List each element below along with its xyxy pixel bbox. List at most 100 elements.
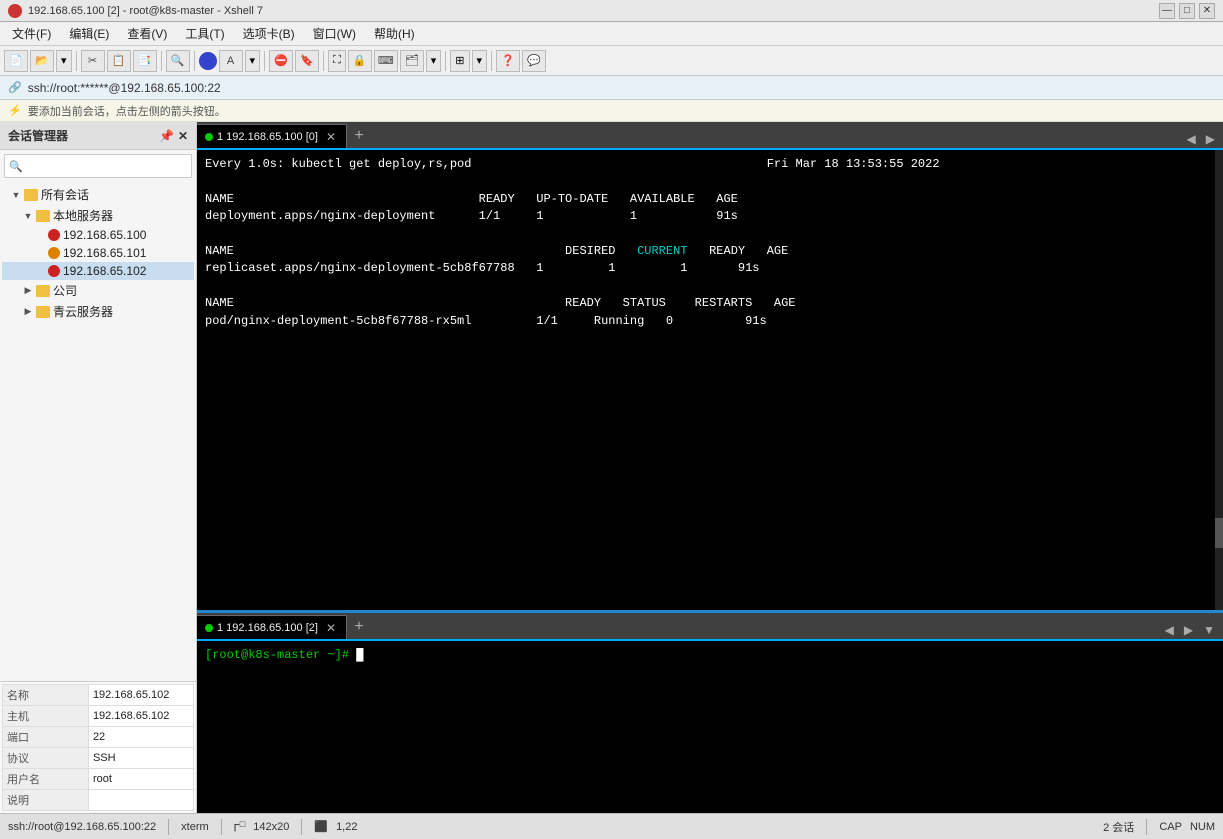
cmd-line-table3-header: NAME READY STATUS RESTARTS AGE [205, 296, 796, 310]
terminal-panel-top: 1 192.168.65.100 [0] ✕ + ◀ ▶ Every 1.0s:… [197, 122, 1223, 613]
session-info-value-desc [88, 790, 193, 811]
search-input[interactable] [23, 160, 187, 172]
tree-item-company[interactable]: ▶ 公司 [2, 280, 194, 301]
menu-view[interactable]: 查看(V) [119, 23, 175, 44]
tab-nav-right-bottom[interactable]: ▶ [1180, 621, 1197, 639]
cmd-line-table3-row1: pod/nginx-deployment-5cb8f67788-rx5ml 1/… [205, 314, 767, 328]
hint-icon: ⚡ [8, 104, 22, 117]
terminal-content-bottom[interactable]: [root@k8s-master ~]# █ [197, 641, 1223, 813]
sidebar-close-icon[interactable]: ✕ [178, 129, 188, 143]
session-info-row-name: 名称 192.168.65.102 [3, 685, 194, 706]
tree-arrow-all: ▼ [10, 189, 22, 201]
terminal-text-top: Every 1.0s: kubectl get deploy,rs,pod Fr… [205, 156, 1215, 330]
cmd-line-table2-header: NAME DESIRED CURRENT READY AGE [205, 244, 788, 258]
toolbar-btn-10[interactable]: 🗂 [400, 50, 424, 72]
status-sep-1 [168, 819, 169, 835]
session-info-row-username: 用户名 root [3, 769, 194, 790]
terminal-text-bottom: [root@k8s-master ~]# █ [205, 647, 1215, 664]
sidebar-pin-icon[interactable]: 📌 [159, 129, 174, 143]
tab-nav-down-bottom[interactable]: ▼ [1199, 621, 1219, 639]
toolbar-expand-btn[interactable]: ⛶ [328, 50, 346, 72]
toolbar-btn-5[interactable]: A [219, 50, 243, 72]
terminal-content-top[interactable]: Every 1.0s: kubectl get deploy,rs,pod Fr… [197, 150, 1223, 610]
toolbar-color-btn[interactable] [199, 52, 217, 70]
toolbar-btn-7[interactable]: 🔖 [295, 50, 319, 72]
toolbar-dropdown-2[interactable]: ▾ [245, 50, 261, 72]
tree-item-101[interactable]: ▶ 192.168.65.101 [2, 244, 194, 262]
server-icon-101 [48, 247, 60, 259]
toolbar-new-btn[interactable]: 📄 [4, 50, 28, 72]
tree-arrow-local: ▼ [22, 210, 34, 222]
toolbar-btn-2[interactable]: ✂ [81, 50, 105, 72]
close-button[interactable]: ✕ [1199, 3, 1215, 19]
tab-nav-right[interactable]: ▶ [1202, 130, 1219, 148]
tab-add-top[interactable]: + [347, 124, 371, 148]
tree-item-100[interactable]: ▶ 192.168.65.100 [2, 226, 194, 244]
toolbar-open-btn[interactable]: 📂 [30, 50, 54, 72]
toolbar-btn-4[interactable]: 📑 [133, 50, 157, 72]
tree-label-qingyun: 青云服务器 [53, 303, 113, 320]
sidebar-header-icons: 📌 ✕ [159, 129, 188, 143]
status-cursor-label: ⬛ [314, 820, 328, 833]
toolbar-btn-6[interactable]: ⛔ [269, 50, 293, 72]
session-info-value-host: 192.168.65.102 [88, 706, 193, 727]
scroll-thumb-top [1215, 518, 1223, 548]
tab-close-bottom[interactable]: ✕ [326, 621, 336, 635]
tab-add-bottom[interactable]: + [347, 615, 371, 639]
tree-label-local-server: 本地服务器 [53, 207, 113, 224]
terminal-bottom-tab-bar: 1 192.168.65.100 [2] ✕ + ◀ ▶ ▼ [197, 613, 1223, 641]
session-info-label-protocol: 协议 [3, 748, 89, 769]
toolbar-search-btn[interactable]: 🔍 [166, 50, 190, 72]
tab-nav-left-bottom[interactable]: ◀ [1161, 621, 1178, 639]
tree-arrow-company: ▶ [22, 285, 34, 297]
terminal-panel-bottom: 1 192.168.65.100 [2] ✕ + ◀ ▶ ▼ [root@k8s… [197, 613, 1223, 813]
minimize-button[interactable]: — [1159, 3, 1175, 19]
search-icon: 🔍 [9, 160, 23, 173]
toolbar-split-btn[interactable]: ⊞ [450, 50, 469, 72]
tab-nav-left[interactable]: ◀ [1183, 130, 1200, 148]
cmd-line-table1-header: NAME READY UP-TO-DATE AVAILABLE AGE [205, 192, 738, 206]
menu-tabs[interactable]: 选项卡(B) [235, 23, 303, 44]
tree-label-100: 192.168.65.100 [63, 228, 146, 242]
tab-label-top: 1 192.168.65.100 [0] [217, 131, 318, 143]
tab-close-top[interactable]: ✕ [326, 130, 336, 144]
menu-file[interactable]: 文件(F) [4, 23, 59, 44]
tree-item-all-sessions[interactable]: ▼ 所有会话 [2, 184, 194, 205]
tab-nav-bottom: ◀ ▶ ▼ [1161, 621, 1223, 639]
tree-item-qingyun[interactable]: ▶ 青云服务器 [2, 301, 194, 322]
tab-dot-top [205, 133, 213, 141]
toolbar-btn-3[interactable]: 📋 [107, 50, 131, 72]
tree-label-company: 公司 [53, 282, 77, 299]
session-info-row-desc: 说明 [3, 790, 194, 811]
status-sessions: 2 会话 [1103, 819, 1134, 835]
toolbar-btn-8[interactable]: 🔒 [348, 50, 372, 72]
menu-help[interactable]: 帮助(H) [366, 23, 423, 44]
terminal-top-tab[interactable]: 1 192.168.65.100 [0] ✕ [197, 124, 347, 148]
sidebar-search[interactable]: 🔍 [4, 154, 192, 178]
folder-icon-company [36, 285, 50, 297]
session-info-table: 名称 192.168.65.102 主机 192.168.65.102 端口 2… [2, 684, 194, 811]
menu-edit[interactable]: 编辑(E) [61, 23, 117, 44]
status-caps: CAP [1159, 821, 1182, 833]
toolbar-dropdown-4[interactable]: ▾ [472, 50, 488, 72]
session-info-label-desc: 说明 [3, 790, 89, 811]
tree-item-102[interactable]: ▶ 192.168.65.102 [2, 262, 194, 280]
tab-label-bottom: 1 192.168.65.100 [2] [217, 622, 318, 634]
sidebar-header: 会话管理器 📌 ✕ [0, 122, 196, 150]
scroll-indicator-top[interactable] [1215, 150, 1223, 610]
tree-arrow-qingyun: ▶ [22, 306, 34, 318]
status-right: 2 会话 CAP NUM [1103, 819, 1215, 835]
toolbar-btn-9[interactable]: ⌨ [374, 50, 398, 72]
toolbar-dropdown-1[interactable]: ▾ [56, 50, 72, 72]
menu-window[interactable]: 窗口(W) [305, 23, 364, 44]
toolbar-help-btn[interactable]: ❓ [496, 50, 520, 72]
folder-icon-all [24, 189, 38, 201]
toolbar-dropdown-3[interactable]: ▾ [426, 50, 442, 72]
terminal-bottom-tab[interactable]: 1 192.168.65.100 [2] ✕ [197, 615, 347, 639]
address-bar: 🔗 ssh://root:******@192.168.65.100:22 [0, 76, 1223, 100]
toolbar-msg-btn[interactable]: 💬 [522, 50, 546, 72]
sidebar-title: 会话管理器 [8, 127, 68, 144]
menu-tools[interactable]: 工具(T) [177, 23, 232, 44]
maximize-button[interactable]: □ [1179, 3, 1195, 19]
tree-item-local-server[interactable]: ▼ 本地服务器 [2, 205, 194, 226]
